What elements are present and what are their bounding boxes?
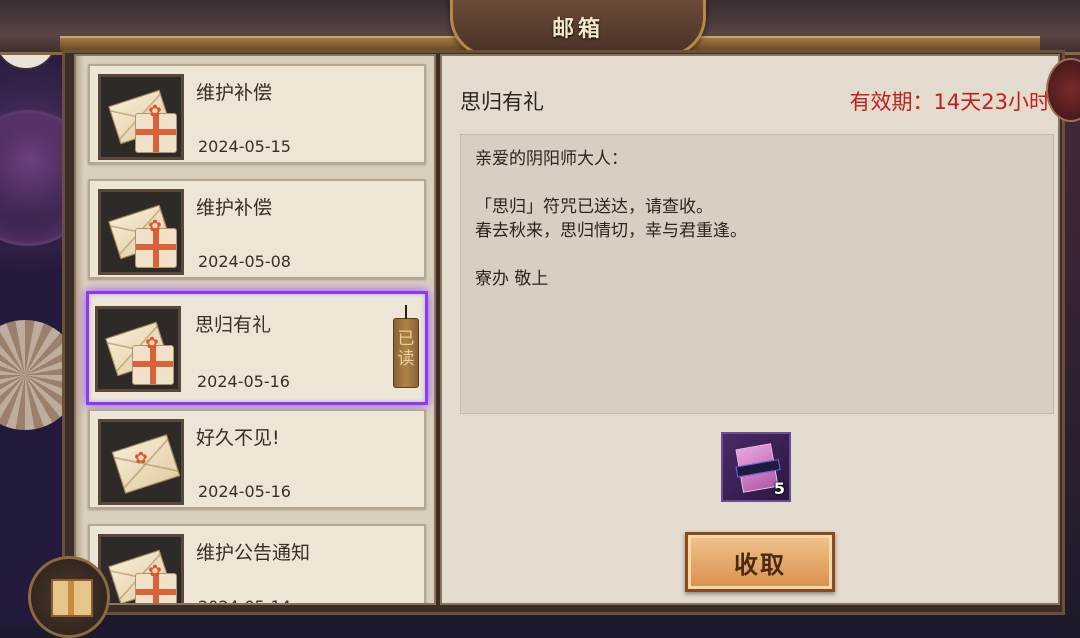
mail-date: 2024-05-14 [198,597,291,603]
mail-list-item[interactable]: ✿ 维护公告通知 2024-05-14 [88,524,426,603]
page-title: 邮箱 [551,17,604,42]
amulet-scroll-icon [735,443,779,493]
mail-date: 2024-05-15 [198,137,291,156]
read-tag: 已读 [393,305,419,388]
mail-body: 亲爱的阴阳师大人： 「思归」符咒已送达，请查收。 春去秋来，思归情切，幸与君重逢… [460,134,1054,414]
reward-item[interactable]: 5 [721,432,791,502]
envelope-icon: ✿ [98,419,184,505]
mail-body-line [475,243,1039,267]
mail-list-item[interactable]: ✿ 维护补偿 2024-05-08 [88,179,426,279]
mail-body-line: 亲爱的阴阳师大人： [475,149,628,169]
gift-envelope-icon: ✿ [98,74,184,160]
mail-list-panel[interactable]: ✿ 维护补偿 2024-05-15 ✿ 维护补偿 2024-05-08 ✿ 思归… [74,54,436,605]
gift-envelope-icon: ✿ [98,189,184,275]
gift-box-icon[interactable] [28,556,110,638]
gift-envelope-icon: ✿ [95,306,181,392]
mail-body-line: 「思归」符咒已送达，请查收。 [475,197,713,217]
mail-body-line: 寮办 敬上 [475,269,549,289]
mail-date: 2024-05-16 [197,372,290,391]
mail-date: 2024-05-16 [198,482,291,501]
scroll-rail [76,56,84,603]
mail-date: 2024-05-08 [198,252,291,271]
mail-list-item-selected[interactable]: ✿ 思归有礼 2024-05-16 已读 [86,291,428,405]
mail-title: 维护补偿 [196,82,273,104]
validity-period: 有效期：14天23小时 [849,90,1050,114]
detail-title: 思归有礼 [460,90,544,114]
claim-button[interactable]: 收取 [685,532,835,592]
mail-title: 维护公告通知 [196,542,311,564]
title-plate: 邮箱 [450,0,706,57]
gift-envelope-icon: ✿ [98,534,184,603]
mail-list-item[interactable]: ✿ 维护补偿 2024-05-15 [88,64,426,164]
mail-body-line: 春去秋来，思归情切，幸与君重逢。 [475,221,747,241]
mail-title: 好久不见! [196,427,280,449]
mail-body-line [475,171,1039,195]
mail-detail-panel: 思归有礼 有效期：14天23小时 亲爱的阴阳师大人： 「思归」符咒已送达，请查收… [440,54,1060,605]
reward-count: 5 [773,479,785,498]
mail-title: 思归有礼 [195,314,272,336]
mail-list-item[interactable]: ✿ 好久不见! 2024-05-16 [88,409,426,509]
mail-title: 维护补偿 [196,197,273,219]
claim-button-label: 收取 [734,550,786,579]
